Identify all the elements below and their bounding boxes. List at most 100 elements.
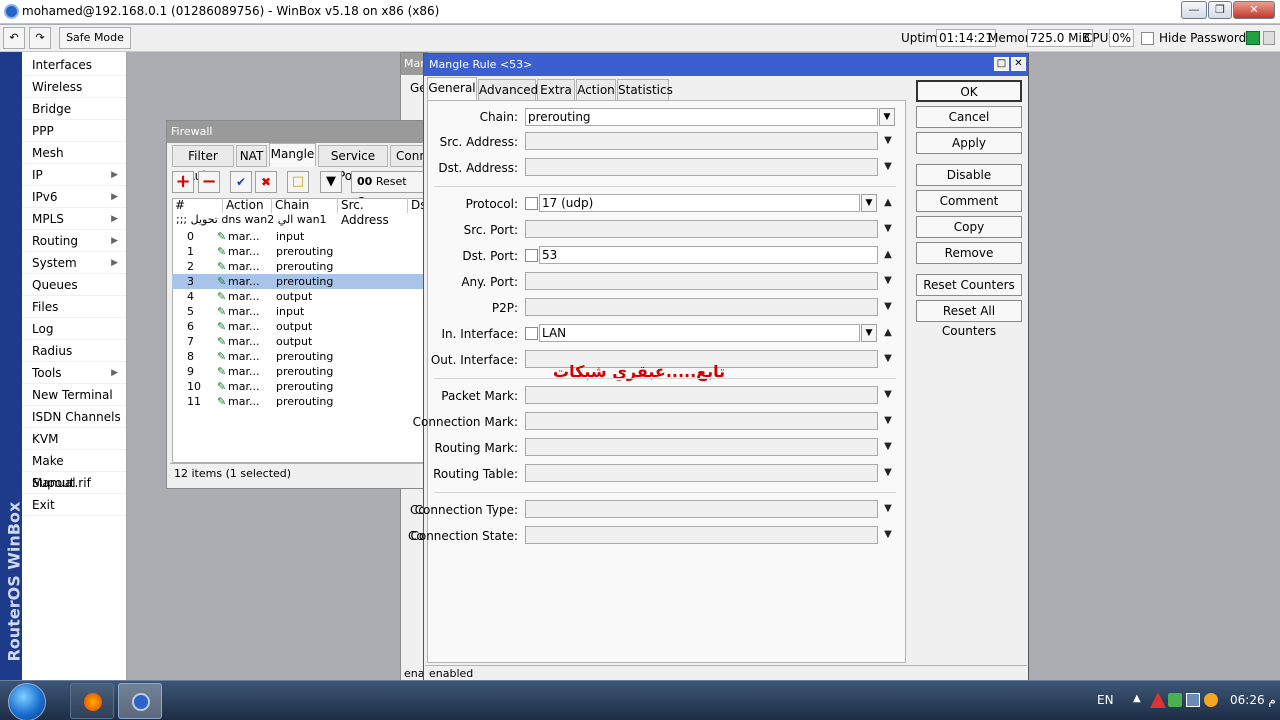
table-row[interactable]: 8 mar... prerouting ✎ <box>172 349 424 364</box>
table-row[interactable]: 2 mar... prerouting ✎ <box>172 259 424 274</box>
src-address-expand-icon[interactable]: ▼ <box>881 135 895 146</box>
table-row[interactable]: 10 mar... prerouting ✎ <box>172 379 424 394</box>
any-port-expand-icon[interactable]: ▼ <box>881 275 895 286</box>
in-interface-dropdown-icon[interactable]: ▼ <box>861 324 877 342</box>
tab-general[interactable]: General <box>427 77 477 100</box>
close-dialog-icon[interactable]: ✕ <box>1011 57 1026 71</box>
menu-item-radius[interactable]: Radius <box>22 340 126 362</box>
maximize-dialog-icon[interactable]: □ <box>994 57 1009 71</box>
tab-advanced[interactable]: Advanced <box>478 79 538 101</box>
add-icon[interactable]: + <box>172 171 194 193</box>
routing-table-field[interactable] <box>525 464 878 482</box>
close-window-button[interactable]: ✕ <box>1233 1 1275 19</box>
menu-item-kvm[interactable]: KVM <box>22 428 126 450</box>
routing-table-expand-icon[interactable]: ▼ <box>881 467 895 478</box>
menu-item-ip[interactable]: IP ▶ <box>22 164 126 186</box>
tab-filter-rules[interactable]: Filter Rules <box>172 145 234 183</box>
in-interface-negate-checkbox[interactable] <box>525 327 538 340</box>
menu-item-system[interactable]: System ▶ <box>22 252 126 274</box>
tab-extra[interactable]: Extra <box>537 79 575 101</box>
menu-item-manual[interactable]: Manual <box>22 472 126 494</box>
menu-item-mpls[interactable]: MPLS ▶ <box>22 208 126 230</box>
table-row[interactable]: 11 mar... prerouting ✎ <box>172 394 424 409</box>
start-button[interactable] <box>8 683 46 720</box>
dst-port-collapse-icon[interactable]: ▲ <box>881 249 895 260</box>
clock[interactable]: 06:26 م <box>1230 693 1276 707</box>
tab-mangle[interactable]: Mangle <box>269 143 316 167</box>
filter-icon[interactable]: ▼ <box>320 171 342 193</box>
chain-dropdown-icon[interactable]: ▼ <box>879 108 895 126</box>
reset-counters-button[interactable]: 00 Reset Cou <box>351 171 425 208</box>
remove-button[interactable]: Remove <box>916 242 1022 264</box>
network-icon[interactable] <box>1186 693 1200 707</box>
disable-button[interactable]: Disable <box>916 164 1022 186</box>
tab-action[interactable]: Action <box>576 79 616 101</box>
tray-orange-icon[interactable] <box>1204 693 1218 707</box>
col-action[interactable]: Action <box>223 198 272 213</box>
packet-mark-field[interactable] <box>525 386 878 404</box>
table-row[interactable]: 7 mar... output ✎ <box>172 334 424 349</box>
reset-all-counters-button[interactable]: Reset All Counters <box>916 300 1022 338</box>
any-port-field[interactable] <box>525 272 878 290</box>
chain-input[interactable]: prerouting <box>525 108 878 126</box>
hide-passwords-checkbox[interactable] <box>1141 32 1154 45</box>
remove-icon[interactable]: − <box>198 171 220 193</box>
connection-mark-field[interactable] <box>525 412 878 430</box>
col-src-address[interactable]: Src. Address <box>338 198 408 227</box>
routing-mark-expand-icon[interactable]: ▼ <box>881 441 895 452</box>
dst-port-input[interactable]: 53 <box>539 246 878 264</box>
apply-button[interactable]: Apply <box>916 132 1022 154</box>
tray-expand-icon[interactable]: ▲ <box>1133 693 1141 704</box>
dst-port-negate-checkbox[interactable] <box>525 249 538 262</box>
menu-item-new-terminal[interactable]: New Terminal <box>22 384 126 406</box>
routing-mark-field[interactable] <box>525 438 878 456</box>
out-interface-expand-icon[interactable]: ▼ <box>881 353 895 364</box>
menu-item-queues[interactable]: Queues <box>22 274 126 296</box>
protocol-input[interactable]: 17 (udp) <box>539 194 860 212</box>
taskbar-winbox[interactable] <box>118 683 162 719</box>
tab-statistics[interactable]: Statistics <box>617 79 673 101</box>
safe-mode-button[interactable]: Safe Mode <box>59 27 131 49</box>
col-chain[interactable]: Chain <box>272 198 338 213</box>
protocol-dropdown-icon[interactable]: ▼ <box>861 194 877 212</box>
menu-item-make-supout-rif[interactable]: Make Supout.rif <box>22 450 126 490</box>
src-port-expand-icon[interactable]: ▼ <box>881 223 895 234</box>
tray-warning-icon[interactable] <box>1150 692 1166 708</box>
taskbar-firefox[interactable] <box>70 683 114 719</box>
connection-type-expand-icon[interactable]: ▼ <box>881 503 895 514</box>
packet-mark-expand-icon[interactable]: ▼ <box>881 389 895 400</box>
col-number[interactable]: # <box>172 198 223 213</box>
dst-address-field[interactable] <box>525 158 878 176</box>
menu-item-ipv6[interactable]: IPv6 ▶ <box>22 186 126 208</box>
redo-icon[interactable]: ↷ <box>29 27 51 49</box>
table-row[interactable]: 9 mar... prerouting ✎ <box>172 364 424 379</box>
menu-item-log[interactable]: Log <box>22 318 126 340</box>
in-interface-collapse-icon[interactable]: ▲ <box>881 327 895 338</box>
table-row[interactable]: 3 mar... prerouting ✎ <box>172 274 424 289</box>
menu-item-routing[interactable]: Routing ▶ <box>22 230 126 252</box>
menu-item-wireless[interactable]: Wireless <box>22 76 126 98</box>
menu-item-interfaces[interactable]: Interfaces <box>22 54 126 76</box>
table-row[interactable]: 6 mar... output ✎ <box>172 319 424 334</box>
connection-state-expand-icon[interactable]: ▼ <box>881 529 895 540</box>
table-row[interactable]: 5 mar... input ✎ <box>172 304 424 319</box>
table-row[interactable]: 0 mar... input ✎ <box>172 229 424 244</box>
in-interface-input[interactable]: LAN <box>539 324 860 342</box>
protocol-collapse-icon[interactable]: ▲ <box>881 197 895 208</box>
connection-state-field[interactable] <box>525 526 878 544</box>
menu-item-mesh[interactable]: Mesh <box>22 142 126 164</box>
menu-item-tools[interactable]: Tools ▶ <box>22 362 126 384</box>
menu-item-ppp[interactable]: PPP <box>22 120 126 142</box>
language-indicator[interactable]: EN <box>1097 693 1114 707</box>
menu-item-isdn-channels[interactable]: ISDN Channels <box>22 406 126 428</box>
comment-button[interactable]: Comment <box>916 190 1022 212</box>
maximize-button[interactable]: ❐ <box>1208 1 1232 19</box>
comment-icon[interactable]: □ <box>287 171 309 193</box>
disable-icon[interactable]: ✖ <box>255 171 277 193</box>
table-row[interactable]: 4 mar... output ✎ <box>172 289 424 304</box>
tab-connections[interactable]: Conn <box>390 145 427 167</box>
p2p-expand-icon[interactable]: ▼ <box>881 301 895 312</box>
connection-mark-expand-icon[interactable]: ▼ <box>881 415 895 426</box>
cancel-button[interactable]: Cancel <box>916 106 1022 128</box>
menu-item-bridge[interactable]: Bridge <box>22 98 126 120</box>
